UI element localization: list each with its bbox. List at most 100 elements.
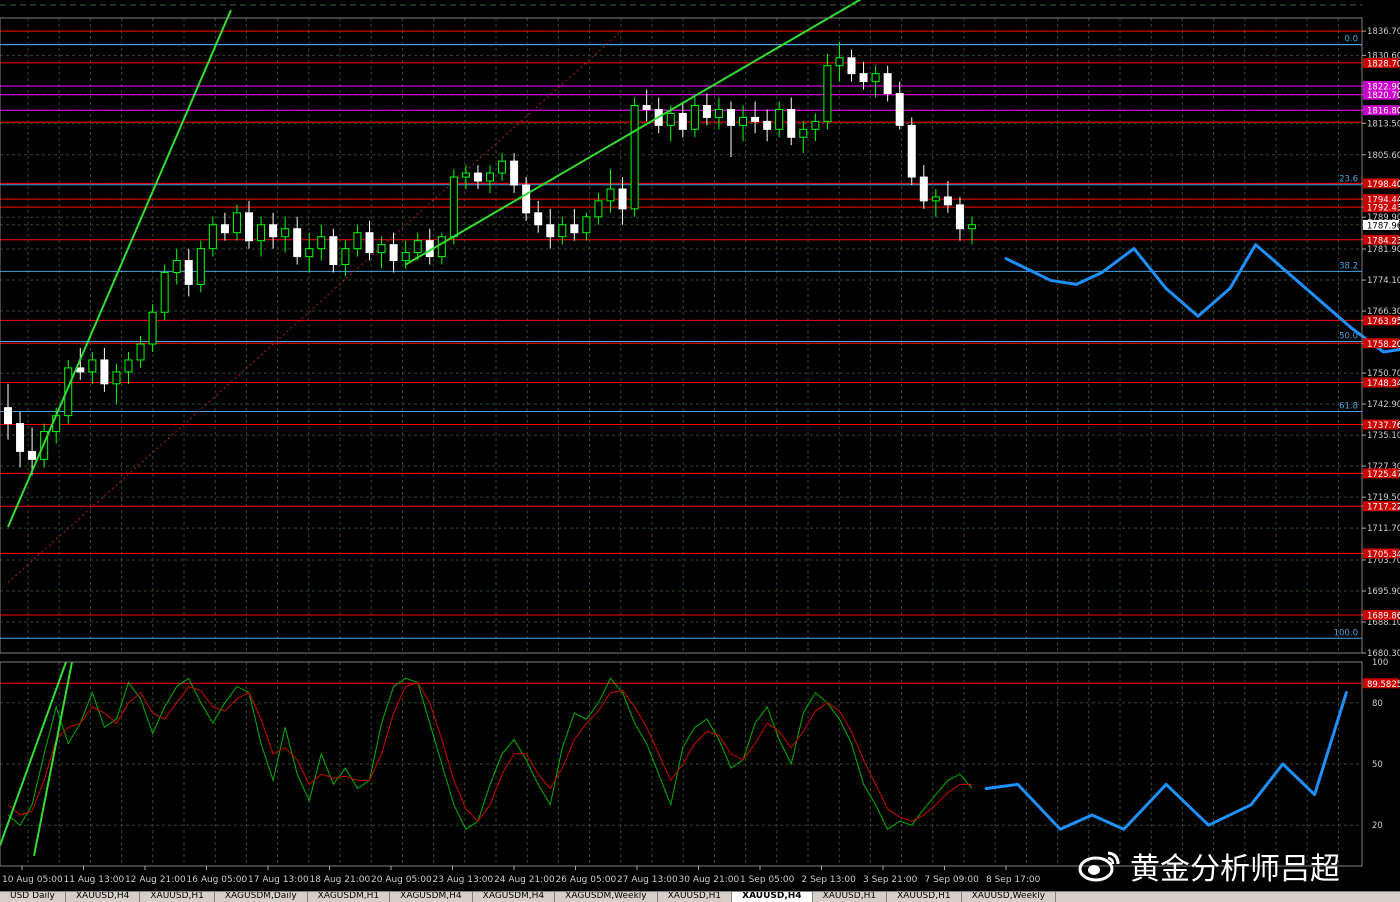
- candle-body: [522, 184, 531, 214]
- time-tick-label: 26 Aug 05:00: [556, 875, 617, 885]
- time-tick-label: 18 Aug 21:00: [310, 875, 371, 885]
- osc-forecast-path: [984, 691, 1348, 831]
- level-price-label: 1705.34: [1367, 550, 1400, 560]
- candle-body: [88, 359, 97, 373]
- time-tick-label: 1 Sep 05:00: [740, 875, 795, 885]
- time-tick-label: 17 Aug 13:00: [248, 875, 309, 885]
- time-tick-label: 27 Aug 13:00: [617, 875, 678, 885]
- candle-body: [739, 116, 748, 126]
- candle-body: [28, 450, 37, 460]
- candle-body: [690, 104, 699, 130]
- candle-body: [257, 224, 266, 242]
- candle-body: [281, 228, 290, 238]
- candle-body: [714, 108, 723, 118]
- level-price-label: 1689.86: [1367, 611, 1400, 621]
- candle-body: [630, 104, 639, 210]
- price-tick-label: 1711.70: [1367, 524, 1400, 534]
- candle-body: [895, 93, 904, 126]
- candle-body: [341, 248, 350, 266]
- overbought-label: 89.5825: [1367, 680, 1400, 690]
- candle-body: [943, 196, 952, 206]
- candle-body: [124, 359, 133, 373]
- level-price-label: 1784.23: [1367, 236, 1400, 246]
- candle-body: [570, 224, 579, 234]
- osc-trendline: [0, 661, 67, 846]
- level-price-label: 1725.47: [1367, 470, 1400, 480]
- fib-label: 50.0: [1339, 331, 1358, 341]
- price-chart-panel[interactable]: 0.0 23.6 38.2 50.0 61.8 100.0: [0, 0, 1400, 654]
- price-tick-label: 1774.10: [1367, 276, 1400, 286]
- candle-body: [220, 224, 229, 234]
- candle-body: [775, 108, 784, 130]
- axes-layer: 1836.701830.601822.901820.701816.801813.…: [0, 4, 1400, 885]
- level-price-label: 1828.70: [1367, 59, 1400, 69]
- candle-body: [269, 224, 278, 238]
- candle-body: [534, 212, 543, 226]
- candle-body: [148, 311, 157, 345]
- level-price-label: 1758.20: [1367, 340, 1400, 350]
- candle-body: [727, 108, 735, 126]
- candle-body: [787, 108, 796, 138]
- time-tick-label: 3 Sep 21:00: [863, 875, 918, 885]
- candle-body: [871, 73, 880, 83]
- candle-body: [401, 252, 410, 262]
- osc-tick-label: 50: [1372, 760, 1383, 770]
- candle-body: [751, 116, 760, 122]
- candle-body: [305, 248, 314, 258]
- candle-body: [931, 196, 940, 202]
- dotted-trendline: [7, 29, 623, 583]
- candle-body: [317, 236, 326, 250]
- candle-body: [582, 216, 591, 234]
- stochastic-panel[interactable]: [0, 661, 1362, 866]
- price-tick-label: 1742.90: [1367, 400, 1400, 410]
- candle-body: [437, 236, 446, 258]
- level-price-label: 1816.80: [1367, 107, 1400, 117]
- candle-body: [546, 224, 555, 238]
- time-tick-label: 23 Aug 13:00: [433, 875, 494, 885]
- time-tick-label: 11 Aug 13:00: [64, 875, 125, 885]
- price-tick-label: 1805.60: [1367, 151, 1400, 161]
- level-price-label: 1737.76: [1367, 421, 1400, 431]
- watermark-text: 黄金分析师吕超: [1130, 852, 1340, 887]
- candle-body: [618, 188, 627, 210]
- candle-body: [823, 65, 832, 122]
- candle-body: [449, 176, 458, 238]
- price-tick-label: 1813.50: [1367, 119, 1400, 129]
- candle-body: [172, 260, 181, 273]
- chart-stage: 0.023.638.250.061.8100.0 1836.701830.601…: [0, 0, 1400, 885]
- candle-body: [4, 407, 12, 425]
- candle-body: [293, 228, 302, 258]
- fib-label: 61.8: [1339, 402, 1358, 412]
- candle-body: [184, 260, 193, 285]
- time-tick-label: 16 Aug 05:00: [187, 875, 248, 885]
- candle-body: [486, 172, 494, 182]
- level-price-label: 1792.43: [1367, 204, 1400, 214]
- time-tick-label: 7 Sep 09:00: [925, 875, 980, 885]
- candle-body: [196, 248, 205, 285]
- candle-body: [461, 172, 470, 178]
- osc-tick-label: 20: [1372, 821, 1383, 831]
- candle-body: [666, 112, 675, 126]
- candle-body: [329, 236, 338, 266]
- candle-body: [365, 232, 374, 254]
- candle-body: [76, 367, 85, 373]
- level-price-label: 1763.95: [1367, 317, 1400, 327]
- candle-body: [558, 224, 567, 238]
- candle-body: [702, 104, 711, 118]
- price-tick-label: 1836.70: [1367, 27, 1400, 37]
- candle-body: [498, 160, 507, 174]
- current-price-label: 1787.96: [1367, 221, 1400, 231]
- fib-label: 23.6: [1339, 175, 1358, 185]
- candle-body: [594, 200, 603, 218]
- fib-label: 0.0: [1344, 35, 1358, 45]
- candle-body: [883, 73, 892, 95]
- level-price-label: 1820.70: [1367, 91, 1400, 101]
- candle-body: [353, 232, 362, 250]
- candle-body: [606, 188, 615, 202]
- candle-body: [859, 73, 868, 83]
- level-price-label: 1798.40: [1367, 180, 1400, 190]
- candle-body: [112, 371, 121, 385]
- candle-body: [919, 176, 928, 202]
- candle-body: [232, 212, 241, 234]
- price-tick-label: 1695.90: [1367, 587, 1400, 597]
